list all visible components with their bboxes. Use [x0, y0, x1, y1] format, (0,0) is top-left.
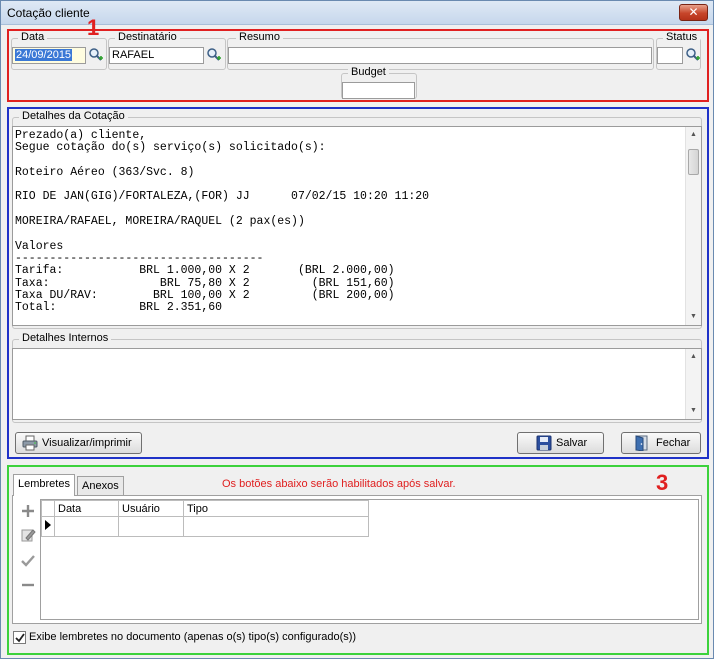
printer-icon — [22, 435, 38, 451]
reminders-table: Data Usuário Tipo — [41, 500, 369, 537]
visualizar-imprimir-label: Visualizar/imprimir — [42, 437, 132, 449]
date-input[interactable]: 24/09/2015 — [12, 47, 86, 64]
scroll-up-icon[interactable]: ▲ — [686, 127, 701, 143]
tab-lembretes[interactable]: Lembretes — [13, 474, 75, 496]
exibe-lembretes-checkbox[interactable] — [13, 631, 26, 644]
destinatario-search-icon[interactable] — [206, 47, 222, 63]
visualizar-imprimir-button[interactable]: Visualizar/imprimir — [15, 432, 142, 454]
data-label: Data — [18, 31, 48, 43]
internos-scroll-down-icon[interactable]: ▼ — [686, 403, 701, 419]
date-value: 24/09/2015 — [15, 49, 73, 61]
reminders-grid[interactable]: Data Usuário Tipo — [40, 499, 699, 620]
cell-tipo[interactable] — [183, 516, 369, 537]
remove-icon[interactable] — [20, 577, 36, 593]
destinatario-label: Destinatário — [115, 31, 180, 43]
tab-anexos[interactable]: Anexos — [77, 476, 124, 496]
confirm-check-icon[interactable] — [20, 553, 36, 569]
budget-label: Budget — [348, 66, 389, 78]
internos-text — [13, 349, 701, 352]
scroll-down-icon[interactable]: ▼ — [686, 309, 701, 325]
internos-scroll-up-icon[interactable]: ▲ — [686, 349, 701, 365]
resumo-input[interactable] — [228, 47, 652, 64]
cell-usuario[interactable] — [118, 516, 184, 537]
current-row-arrow-icon — [45, 520, 51, 530]
destinatario-input[interactable]: RAFAEL — [109, 47, 204, 64]
column-usuario[interactable]: Usuário — [118, 500, 184, 517]
details-scroll-thumb[interactable] — [688, 149, 699, 175]
internos-scrollbar[interactable]: ▲ ▼ — [685, 349, 701, 419]
salvar-button[interactable]: Salvar — [517, 432, 604, 454]
fechar-button[interactable]: Fechar — [621, 432, 701, 454]
exibe-lembretes-label[interactable]: Exibe lembretes no documento (apenas o(s… — [29, 631, 356, 643]
status-search-icon[interactable] — [685, 47, 701, 63]
table-row[interactable] — [41, 516, 369, 537]
details-group-label: Detalhes da Cotação — [19, 110, 128, 122]
date-search-icon[interactable] — [88, 47, 104, 63]
reminders-header-row: Data Usuário Tipo — [41, 500, 369, 517]
column-tipo[interactable]: Tipo — [183, 500, 369, 517]
internos-textarea[interactable]: ▲ ▼ — [12, 348, 702, 420]
row-indicator-header — [41, 500, 55, 517]
section-number-3: 3 — [656, 470, 669, 495]
resumo-label: Resumo — [236, 31, 283, 43]
status-input[interactable] — [657, 47, 683, 64]
quote-window: Cotação cliente ✕ 1 Data 24/09/2015 Dest… — [0, 0, 714, 659]
close-button[interactable]: ✕ — [679, 4, 708, 21]
internos-label: Detalhes Internos — [19, 332, 112, 344]
title-bar[interactable]: Cotação cliente ✕ — [1, 1, 713, 25]
fechar-label: Fechar — [656, 437, 691, 449]
exit-door-icon — [635, 435, 648, 451]
window-title: Cotação cliente — [7, 6, 90, 20]
add-icon[interactable] — [20, 503, 36, 519]
save-first-warning: Os botões abaixo serão habilitados após … — [222, 478, 456, 490]
row-indicator — [41, 516, 55, 537]
save-disk-icon — [536, 435, 552, 451]
details-text: Prezado(a) cliente, Segue cotação do(s) … — [15, 129, 430, 315]
cell-data[interactable] — [54, 516, 119, 537]
details-textarea[interactable]: Prezado(a) cliente, Segue cotação do(s) … — [12, 126, 702, 326]
details-scrollbar[interactable]: ▲ ▼ — [685, 127, 701, 325]
checkmark-icon — [15, 633, 25, 643]
salvar-label: Salvar — [556, 437, 588, 449]
budget-input[interactable] — [342, 82, 415, 99]
status-label: Status — [663, 31, 701, 43]
column-data[interactable]: Data — [54, 500, 119, 517]
edit-icon[interactable] — [20, 527, 36, 543]
